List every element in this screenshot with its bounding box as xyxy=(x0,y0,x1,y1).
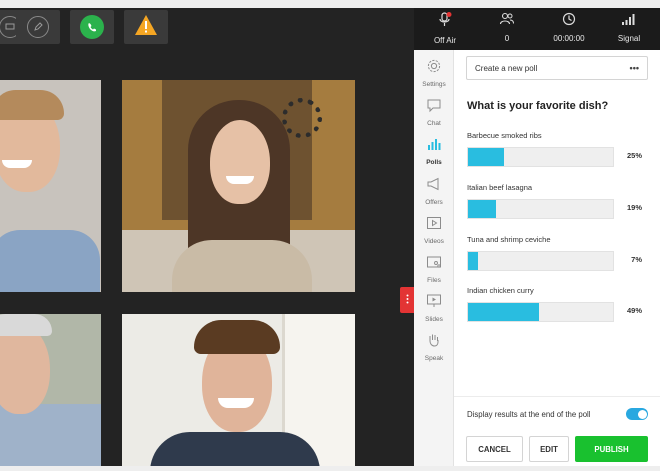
edit-button[interactable]: EDIT xyxy=(529,436,569,462)
video-toolbar xyxy=(0,8,414,50)
people-icon xyxy=(499,12,515,31)
video-icon xyxy=(426,213,442,236)
participant-video-1[interactable] xyxy=(0,80,101,292)
result-bar xyxy=(467,251,614,271)
slides-icon xyxy=(426,291,442,314)
cancel-button[interactable]: CANCEL xyxy=(466,436,523,462)
signal-label: Signal xyxy=(617,34,641,43)
result-bar xyxy=(467,302,614,322)
nav-label: Chat xyxy=(427,120,441,127)
alert-button[interactable] xyxy=(124,10,168,44)
off-air-status[interactable]: Off Air xyxy=(414,8,476,50)
result-bar-fill xyxy=(468,148,505,166)
video-grid xyxy=(0,8,414,466)
hand-icon xyxy=(426,330,442,353)
result-bar xyxy=(467,147,614,167)
option-percent: 25% xyxy=(626,151,642,160)
more-horizontal-icon[interactable]: ••• xyxy=(630,63,639,73)
participant-video-3[interactable] xyxy=(0,314,101,466)
bar-chart-icon xyxy=(426,134,442,157)
right-panel: Off Air 0 00:00:00 Signal Settings Chat … xyxy=(414,8,660,466)
signal-status: Signal xyxy=(598,8,660,50)
participants-status[interactable]: 0 xyxy=(476,8,538,50)
nav-speak[interactable]: Speak xyxy=(414,330,454,366)
display-results-toggle[interactable] xyxy=(626,408,648,420)
nav-videos[interactable]: Videos xyxy=(414,213,454,249)
nav-label: Polls xyxy=(426,159,442,166)
draw-button[interactable] xyxy=(16,10,60,44)
option-label: Tuna and shrimp ceviche xyxy=(467,235,551,244)
participants-count: 0 xyxy=(504,34,510,43)
option-percent: 49% xyxy=(626,306,642,315)
nav-slides[interactable]: Slides xyxy=(414,291,454,327)
call-button[interactable] xyxy=(70,10,114,44)
option-percent: 19% xyxy=(626,203,642,212)
timer-label: 00:00:00 xyxy=(553,34,585,43)
participant-video-4[interactable] xyxy=(122,314,355,466)
nav-label: Speak xyxy=(424,355,444,362)
option-label: Italian beef lasagna xyxy=(467,183,533,192)
nav-polls[interactable]: Polls xyxy=(414,134,454,170)
create-poll-dropdown[interactable]: Create a new poll ••• xyxy=(466,56,648,80)
option-label: Indian chicken curry xyxy=(467,286,534,295)
option-percent: 7% xyxy=(631,255,642,264)
phone-call-icon xyxy=(80,15,104,39)
app-frame: Off Air 0 00:00:00 Signal Settings Chat … xyxy=(0,8,660,466)
signal-icon xyxy=(621,12,637,31)
megaphone-icon xyxy=(426,174,442,197)
warning-icon xyxy=(134,14,158,41)
nav-label: Files xyxy=(427,277,441,284)
nav-offers[interactable]: Offers xyxy=(414,174,454,210)
more-vertical-icon xyxy=(406,291,409,309)
microphone-icon xyxy=(438,12,452,33)
result-bar-fill xyxy=(468,303,540,321)
poll-option: Tuna and shrimp ceviche 7% xyxy=(467,235,647,275)
poll-option: Barbecue smoked ribs 25% xyxy=(467,131,647,171)
app-window: Off Air 0 00:00:00 Signal Settings Chat … xyxy=(0,0,660,471)
result-bar-fill xyxy=(468,200,496,218)
nav-label: Offers xyxy=(425,199,443,206)
create-poll-label: Create a new poll xyxy=(475,63,538,73)
off-air-label: Off Air xyxy=(433,36,457,45)
result-bar xyxy=(467,199,614,219)
result-bar-fill xyxy=(468,252,479,270)
nav-files[interactable]: Files xyxy=(414,252,454,288)
poll-question: What is your favorite dish? xyxy=(467,100,609,112)
display-results-row: Display results at the end of the poll xyxy=(467,406,648,422)
side-nav: Settings Chat Polls Offers Videos Files … xyxy=(414,50,454,466)
publish-button[interactable]: PUBLISH xyxy=(575,436,648,462)
clock-icon xyxy=(562,12,576,31)
divider xyxy=(454,396,660,397)
timer-status: 00:00:00 xyxy=(538,8,600,50)
participant-video-2[interactable] xyxy=(122,80,355,292)
pencil-icon xyxy=(27,16,49,38)
display-results-label: Display results at the end of the poll xyxy=(467,409,591,419)
nav-settings[interactable]: Settings xyxy=(414,56,454,92)
panel-collapse-handle[interactable] xyxy=(400,287,414,313)
files-icon xyxy=(426,252,442,275)
status-bar: Off Air 0 00:00:00 Signal xyxy=(414,8,660,50)
toggle-knob xyxy=(637,409,647,419)
poll-panel: Create a new poll ••• What is your favor… xyxy=(454,50,660,466)
nav-label: Videos xyxy=(424,238,444,245)
nav-chat[interactable]: Chat xyxy=(414,95,454,131)
nav-label: Settings xyxy=(422,81,446,88)
option-label: Barbecue smoked ribs xyxy=(467,131,542,140)
gear-icon xyxy=(426,56,442,79)
poll-option: Italian beef lasagna 19% xyxy=(467,183,647,223)
nav-label: Slides xyxy=(425,316,443,323)
chat-icon xyxy=(426,95,442,118)
poll-option: Indian chicken curry 49% xyxy=(467,286,647,326)
